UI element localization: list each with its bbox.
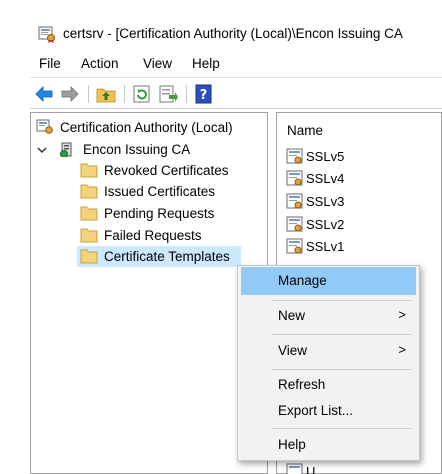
context-menu-separator (272, 334, 412, 335)
folder-icon (80, 184, 98, 199)
list-item-label: SSLv5 (306, 149, 345, 164)
certificate-template-icon (286, 148, 303, 164)
window-title: certsrv - [Certification Authority (Loca… (63, 26, 403, 41)
folder-icon (80, 249, 98, 264)
folder-icon (80, 163, 98, 178)
chevron-down-icon[interactable] (37, 145, 47, 155)
context-menu-separator (272, 428, 412, 429)
folder-icon (80, 228, 98, 243)
toolbar-separator (186, 85, 187, 103)
tree-item-revoked-certificates[interactable]: Revoked Certificates (80, 161, 260, 181)
list-item-label: U (306, 464, 316, 474)
folder-icon (80, 206, 98, 221)
certificate-template-icon (286, 193, 303, 209)
menubar-divider (30, 77, 442, 78)
tree-item-label: Certificate Templates (104, 249, 230, 264)
context-menu-label: Export List... (278, 403, 354, 418)
context-menu-new[interactable]: New > (241, 302, 416, 330)
tree-item-label: Failed Requests (104, 228, 202, 243)
certificate-template-icon (286, 238, 303, 254)
refresh-icon[interactable] (132, 84, 152, 104)
title-bar: certsrv - [Certification Authority (Loca… (0, 0, 442, 46)
tree-item-certificate-templates[interactable]: Certificate Templates (77, 246, 241, 267)
forward-icon[interactable] (60, 84, 80, 104)
menu-bar: File Action View Help (0, 52, 442, 76)
tree-item-label: Pending Requests (104, 206, 215, 221)
context-menu-refresh[interactable]: Refresh (241, 371, 416, 399)
certificate-template-icon (286, 216, 303, 232)
menu-file[interactable]: File (39, 56, 61, 71)
context-menu-label: View (278, 343, 308, 358)
context-menu-export-list[interactable]: Export List... (241, 397, 416, 425)
certificate-template-icon (286, 463, 303, 474)
list-item-label: SSLv3 (306, 194, 345, 209)
tree-item-label: Issued Certificates (104, 184, 216, 199)
ca-server-icon (60, 142, 72, 157)
svg-text:?: ? (200, 88, 208, 103)
list-item-label: SSLv2 (306, 217, 345, 232)
toolbar-divider (30, 108, 442, 109)
tree-item-root[interactable]: Certification Authority (Local) (36, 118, 266, 138)
tree-item-issuing-ca[interactable]: Encon Issuing CA (59, 140, 239, 160)
export-list-icon[interactable] (158, 84, 178, 104)
tree-item-label: Encon Issuing CA (83, 142, 191, 157)
up-folder-icon[interactable] (96, 84, 116, 104)
tree-item-issued-certificates[interactable]: Issued Certificates (80, 182, 260, 202)
list-item-label: SSLv4 (306, 171, 345, 186)
context-menu-help[interactable]: Help (241, 431, 416, 459)
chevron-right-icon: > (398, 342, 406, 357)
back-icon[interactable] (34, 84, 54, 104)
chevron-right-icon: > (398, 307, 406, 322)
menu-action[interactable]: Action (81, 56, 119, 71)
tree-item-failed-requests[interactable]: Failed Requests (80, 226, 260, 246)
context-menu: Manage New > View > Refresh Export List.… (237, 265, 420, 461)
toolbar-separator (124, 85, 125, 103)
certificate-template-icon (286, 170, 303, 186)
context-menu-manage[interactable]: Manage (241, 267, 416, 295)
tree-item-pending-requests[interactable]: Pending Requests (80, 204, 260, 224)
help-icon[interactable]: ? (194, 84, 214, 104)
context-menu-label: Help (278, 437, 306, 452)
context-menu-label: Manage (278, 273, 327, 288)
context-menu-label: New (278, 308, 306, 323)
toolbar-separator (88, 85, 89, 103)
context-menu-separator (272, 369, 412, 370)
context-menu-separator (272, 300, 412, 301)
toolbar: ? (32, 82, 442, 106)
certificate-authority-icon (36, 119, 53, 134)
certsrv-app-icon (38, 26, 55, 43)
column-header-name[interactable]: Name (287, 123, 323, 138)
context-menu-label: Refresh (278, 377, 326, 392)
menu-view[interactable]: View (143, 56, 172, 71)
list-item-label: SSLv1 (306, 239, 345, 254)
tree-item-label: Certification Authority (Local) (60, 120, 233, 135)
tree-item-label: Revoked Certificates (104, 163, 229, 178)
menu-help[interactable]: Help (192, 56, 220, 71)
context-menu-view[interactable]: View > (241, 337, 416, 365)
